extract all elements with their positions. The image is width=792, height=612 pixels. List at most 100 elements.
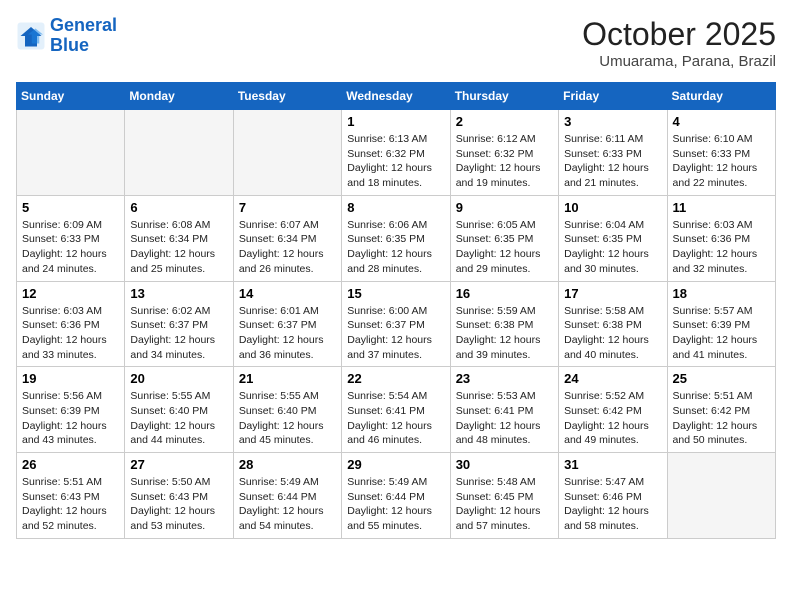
day-cell: 9 Sunrise: 6:05 AM Sunset: 6:35 PM Daylig…: [450, 195, 558, 281]
calendar-body: 1 Sunrise: 6:13 AM Sunset: 6:32 PM Daylig…: [17, 110, 776, 539]
day-cell: 18Sunrise: 5:57 AM Sunset: 6:39 PM Dayli…: [667, 281, 775, 367]
day-number: 1: [347, 114, 444, 129]
day-cell: [667, 453, 775, 539]
day-number: 19: [22, 371, 119, 386]
header-day-saturday: Saturday: [667, 83, 775, 110]
month-title: October 2025: [582, 16, 776, 53]
week-row-1: 1 Sunrise: 6:13 AM Sunset: 6:32 PM Daylig…: [17, 110, 776, 196]
day-number: 21: [239, 371, 336, 386]
calendar-table: SundayMondayTuesdayWednesdayThursdayFrid…: [16, 82, 776, 539]
day-cell: [233, 110, 341, 196]
day-cell: 15 Sunrise: 6:00 AM Sunset: 6:37 PM Dayli…: [342, 281, 450, 367]
header-day-sunday: Sunday: [17, 83, 125, 110]
day-cell: 12Sunrise: 6:03 AM Sunset: 6:36 PM Dayli…: [17, 281, 125, 367]
day-cell: [17, 110, 125, 196]
day-cell: 1 Sunrise: 6:13 AM Sunset: 6:32 PM Daylig…: [342, 110, 450, 196]
day-number: 22: [347, 371, 444, 386]
day-info: Sunrise: 5:49 AM Sunset: 6:44 PM Dayligh…: [347, 475, 444, 534]
day-info: Sunrise: 6:10 AM Sunset: 6:33 PM Dayligh…: [673, 132, 770, 191]
day-info: Sunrise: 5:55 AM Sunset: 6:40 PM Dayligh…: [239, 389, 336, 448]
day-cell: 10 Sunrise: 6:04 AM Sunset: 6:35 PM Dayli…: [559, 195, 667, 281]
day-number: 5: [22, 200, 119, 215]
day-number: 31: [564, 457, 661, 472]
day-number: 18: [673, 286, 770, 301]
header-row: SundayMondayTuesdayWednesdayThursdayFrid…: [17, 83, 776, 110]
day-cell: 8 Sunrise: 6:06 AM Sunset: 6:35 PM Daylig…: [342, 195, 450, 281]
day-cell: 2 Sunrise: 6:12 AM Sunset: 6:32 PM Daylig…: [450, 110, 558, 196]
day-cell: 25 Sunrise: 5:51 AM Sunset: 6:42 PM Dayli…: [667, 367, 775, 453]
day-info: Sunrise: 6:08 AM Sunset: 6:34 PM Dayligh…: [130, 218, 227, 277]
week-row-5: 26 Sunrise: 5:51 AM Sunset: 6:43 PM Dayli…: [17, 453, 776, 539]
day-number: 7: [239, 200, 336, 215]
day-number: 11: [673, 200, 770, 215]
day-cell: 31Sunrise: 5:47 AM Sunset: 6:46 PM Dayli…: [559, 453, 667, 539]
day-info: Sunrise: 5:51 AM Sunset: 6:42 PM Dayligh…: [673, 389, 770, 448]
week-row-3: 12Sunrise: 6:03 AM Sunset: 6:36 PM Dayli…: [17, 281, 776, 367]
day-cell: [125, 110, 233, 196]
day-info: Sunrise: 6:03 AM Sunset: 6:36 PM Dayligh…: [673, 218, 770, 277]
week-row-2: 5 Sunrise: 6:09 AM Sunset: 6:33 PM Daylig…: [17, 195, 776, 281]
day-number: 2: [456, 114, 553, 129]
day-number: 26: [22, 457, 119, 472]
day-number: 9: [456, 200, 553, 215]
day-number: 23: [456, 371, 553, 386]
day-number: 6: [130, 200, 227, 215]
day-info: Sunrise: 6:06 AM Sunset: 6:35 PM Dayligh…: [347, 218, 444, 277]
day-number: 14: [239, 286, 336, 301]
day-cell: 17Sunrise: 5:58 AM Sunset: 6:38 PM Dayli…: [559, 281, 667, 367]
header-day-monday: Monday: [125, 83, 233, 110]
day-cell: 24Sunrise: 5:52 AM Sunset: 6:42 PM Dayli…: [559, 367, 667, 453]
day-cell: 7 Sunrise: 6:07 AM Sunset: 6:34 PM Daylig…: [233, 195, 341, 281]
day-number: 27: [130, 457, 227, 472]
day-cell: 28 Sunrise: 5:49 AM Sunset: 6:44 PM Dayli…: [233, 453, 341, 539]
day-number: 20: [130, 371, 227, 386]
day-number: 30: [456, 457, 553, 472]
day-info: Sunrise: 5:52 AM Sunset: 6:42 PM Dayligh…: [564, 389, 661, 448]
day-info: Sunrise: 6:09 AM Sunset: 6:33 PM Dayligh…: [22, 218, 119, 277]
day-number: 29: [347, 457, 444, 472]
day-number: 4: [673, 114, 770, 129]
day-cell: 27Sunrise: 5:50 AM Sunset: 6:43 PM Dayli…: [125, 453, 233, 539]
day-number: 13: [130, 286, 227, 301]
day-cell: 23Sunrise: 5:53 AM Sunset: 6:41 PM Dayli…: [450, 367, 558, 453]
day-info: Sunrise: 6:07 AM Sunset: 6:34 PM Dayligh…: [239, 218, 336, 277]
day-info: Sunrise: 5:49 AM Sunset: 6:44 PM Dayligh…: [239, 475, 336, 534]
day-cell: 3 Sunrise: 6:11 AM Sunset: 6:33 PM Daylig…: [559, 110, 667, 196]
day-cell: 11 Sunrise: 6:03 AM Sunset: 6:36 PM Dayli…: [667, 195, 775, 281]
page-header: General Blue October 2025 Umuarama, Para…: [16, 16, 776, 70]
day-cell: 20 Sunrise: 5:55 AM Sunset: 6:40 PM Dayli…: [125, 367, 233, 453]
day-cell: 16 Sunrise: 5:59 AM Sunset: 6:38 PM Dayli…: [450, 281, 558, 367]
day-info: Sunrise: 5:58 AM Sunset: 6:38 PM Dayligh…: [564, 304, 661, 363]
day-info: Sunrise: 6:01 AM Sunset: 6:37 PM Dayligh…: [239, 304, 336, 363]
header-day-wednesday: Wednesday: [342, 83, 450, 110]
day-cell: 22Sunrise: 5:54 AM Sunset: 6:41 PM Dayli…: [342, 367, 450, 453]
header-day-friday: Friday: [559, 83, 667, 110]
day-info: Sunrise: 6:12 AM Sunset: 6:32 PM Dayligh…: [456, 132, 553, 191]
day-info: Sunrise: 6:11 AM Sunset: 6:33 PM Dayligh…: [564, 132, 661, 191]
day-info: Sunrise: 6:05 AM Sunset: 6:35 PM Dayligh…: [456, 218, 553, 277]
day-number: 3: [564, 114, 661, 129]
day-number: 10: [564, 200, 661, 215]
day-cell: 30Sunrise: 5:48 AM Sunset: 6:45 PM Dayli…: [450, 453, 558, 539]
day-info: Sunrise: 5:59 AM Sunset: 6:38 PM Dayligh…: [456, 304, 553, 363]
day-cell: 13Sunrise: 6:02 AM Sunset: 6:37 PM Dayli…: [125, 281, 233, 367]
day-info: Sunrise: 5:55 AM Sunset: 6:40 PM Dayligh…: [130, 389, 227, 448]
day-number: 16: [456, 286, 553, 301]
day-number: 25: [673, 371, 770, 386]
day-number: 8: [347, 200, 444, 215]
day-info: Sunrise: 6:13 AM Sunset: 6:32 PM Dayligh…: [347, 132, 444, 191]
day-info: Sunrise: 5:56 AM Sunset: 6:39 PM Dayligh…: [22, 389, 119, 448]
day-cell: 19 Sunrise: 5:56 AM Sunset: 6:39 PM Dayli…: [17, 367, 125, 453]
day-cell: 14 Sunrise: 6:01 AM Sunset: 6:37 PM Dayli…: [233, 281, 341, 367]
logo: General Blue: [16, 16, 117, 56]
day-number: 15: [347, 286, 444, 301]
day-info: Sunrise: 6:03 AM Sunset: 6:36 PM Dayligh…: [22, 304, 119, 363]
day-number: 28: [239, 457, 336, 472]
title-block: October 2025 Umuarama, Parana, Brazil: [582, 16, 776, 70]
day-cell: 4 Sunrise: 6:10 AM Sunset: 6:33 PM Daylig…: [667, 110, 775, 196]
calendar-header: SundayMondayTuesdayWednesdayThursdayFrid…: [17, 83, 776, 110]
day-cell: 26 Sunrise: 5:51 AM Sunset: 6:43 PM Dayli…: [17, 453, 125, 539]
day-info: Sunrise: 6:00 AM Sunset: 6:37 PM Dayligh…: [347, 304, 444, 363]
day-info: Sunrise: 6:04 AM Sunset: 6:35 PM Dayligh…: [564, 218, 661, 277]
day-info: Sunrise: 5:51 AM Sunset: 6:43 PM Dayligh…: [22, 475, 119, 534]
